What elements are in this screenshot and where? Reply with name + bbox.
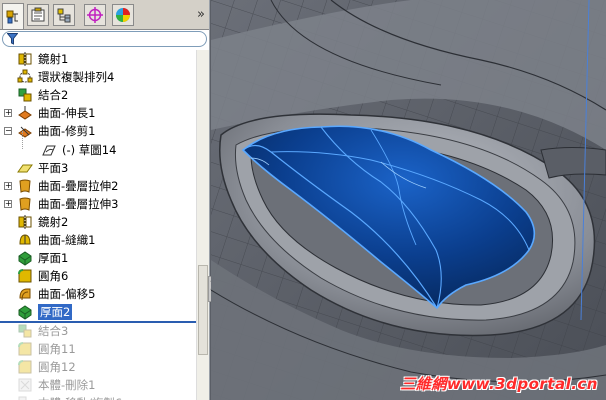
plane-icon <box>17 160 33 176</box>
tree-filter-input[interactable] <box>2 31 207 47</box>
surface-trim-icon <box>17 123 33 139</box>
thicken-icon <box>17 250 33 266</box>
tree-vertical-scrollbar[interactable] <box>196 50 209 400</box>
tree-item-label: 結合2 <box>38 88 69 102</box>
tree-item-label: 厚面2 <box>38 304 73 320</box>
display-manager-tab[interactable] <box>112 4 134 26</box>
more-tabs-button[interactable]: » <box>197 7 205 22</box>
tree-item[interactable]: 鏡射2 <box>0 213 196 231</box>
tree-item-label: 本體-刪除1 <box>38 378 96 392</box>
tree-item[interactable]: + 曲面-伸長1 <box>0 104 196 122</box>
mirror-icon <box>17 51 33 67</box>
tree-item-label: 曲面-修剪1 <box>38 124 96 138</box>
tree-item-label: 環狀複製排列4 <box>38 70 115 84</box>
surface-loft-icon <box>17 196 33 212</box>
crosshair-icon <box>87 7 103 23</box>
combine-icon <box>17 323 33 339</box>
collapse-toggle[interactable]: − <box>4 127 12 135</box>
move-copy-body-icon <box>17 395 33 400</box>
tree-item[interactable]: 圓角6 <box>0 267 196 285</box>
tree-item[interactable]: 厚面1 <box>0 249 196 267</box>
fillet-icon <box>17 268 33 284</box>
configuration-manager-tab[interactable] <box>53 4 75 26</box>
tree-item[interactable]: 本體-移動/複製6 <box>0 394 196 400</box>
property-manager-tab[interactable] <box>27 4 49 26</box>
tree-item[interactable]: 鏡射1 <box>0 50 196 68</box>
thicken-icon <box>17 304 33 320</box>
tree-item[interactable]: 曲面-縫織1 <box>0 231 196 249</box>
feature-manager-panel: » 鏡射1 環狀複製排列4 結合2 + 曲面-伸長1 − 曲面-修剪1 (-) 草圖14 平面3… <box>0 0 210 400</box>
feature-tree: 鏡射1 環狀複製排列4 結合2 + 曲面-伸長1 − 曲面-修剪1 (-) 草圖14 平面3 + 曲… <box>0 50 196 400</box>
tree-item-label: 平面3 <box>38 161 69 175</box>
feature-manager-tab[interactable] <box>2 3 24 29</box>
tree-item[interactable]: + 曲面-疊層拉伸2 <box>0 177 196 195</box>
expand-toggle[interactable]: + <box>4 182 12 190</box>
sketch-icon <box>41 142 57 158</box>
dimxpert-tab[interactable] <box>84 4 106 26</box>
circular-pattern-icon <box>17 69 33 85</box>
surface-loft-icon <box>17 178 33 194</box>
delete-body-icon <box>17 377 33 393</box>
tree-item[interactable]: (-) 草圖14 <box>0 141 196 159</box>
watermark-text: 三維網www.3dportal.cn <box>400 375 598 393</box>
tree-item[interactable]: 環狀複製排列4 <box>0 68 196 86</box>
tree-item-label: 曲面-伸長1 <box>38 106 96 120</box>
tree-item[interactable]: 厚面2 <box>0 303 196 321</box>
surface-knit-icon <box>17 232 33 248</box>
tree-item-label: 圓角6 <box>38 269 69 283</box>
tree-item[interactable]: − 曲面-修剪1 <box>0 122 196 140</box>
tree-item-label: 曲面-疊層拉伸2 <box>38 179 119 193</box>
tree-item-label: 圓角11 <box>38 342 76 356</box>
tree-scrollbar-thumb[interactable] <box>198 265 208 355</box>
tree-item[interactable]: 平面3 <box>0 159 196 177</box>
feature-tree-icon <box>6 10 18 23</box>
tree-item-label: (-) 草圖14 <box>62 143 117 157</box>
property-manager-icon <box>31 7 45 22</box>
fillet-icon <box>17 359 33 375</box>
tree-item-label: 曲面-疊層拉伸3 <box>38 197 119 211</box>
tree-item[interactable]: 本體-刪除1 <box>0 376 196 394</box>
combine-icon <box>17 87 33 103</box>
tree-item-label: 曲面-偏移5 <box>38 287 96 301</box>
color-wheel-icon <box>116 8 130 22</box>
surface-offset-icon <box>17 286 33 302</box>
rollback-bar[interactable] <box>0 321 196 323</box>
tree-item-label: 本體-移動/複製6 <box>38 395 122 400</box>
expand-toggle[interactable]: + <box>4 200 12 208</box>
tree-item[interactable]: 結合3 <box>0 322 196 340</box>
tree-item[interactable]: + 曲面-疊層拉伸3 <box>0 195 196 213</box>
configuration-icon <box>57 8 71 23</box>
tree-branch-line <box>22 131 23 149</box>
tree-item[interactable]: 曲面-偏移5 <box>0 285 196 303</box>
mirror-icon <box>17 214 33 230</box>
tree-item-label: 厚面1 <box>38 251 69 265</box>
tree-item-label: 鏡射2 <box>38 215 69 229</box>
fillet-icon <box>17 341 33 357</box>
expand-toggle[interactable]: + <box>4 109 12 117</box>
tree-item-label: 曲面-縫織1 <box>38 233 96 247</box>
tree-item[interactable]: 圓角11 <box>0 340 196 358</box>
tree-item-label: 鏡射1 <box>38 52 69 66</box>
surface-extrude-icon <box>17 105 33 121</box>
tree-item-label: 結合3 <box>38 324 69 338</box>
tree-item-label: 圓角12 <box>38 360 76 374</box>
tree-item[interactable]: 結合2 <box>0 86 196 104</box>
panel-tab-bar: » <box>0 0 209 30</box>
model-render <box>211 0 606 400</box>
graphics-viewport[interactable]: 三維網www.3dportal.cn <box>211 0 606 400</box>
tree-item[interactable]: 圓角12 <box>0 358 196 376</box>
filter-funnel-icon <box>7 33 18 45</box>
